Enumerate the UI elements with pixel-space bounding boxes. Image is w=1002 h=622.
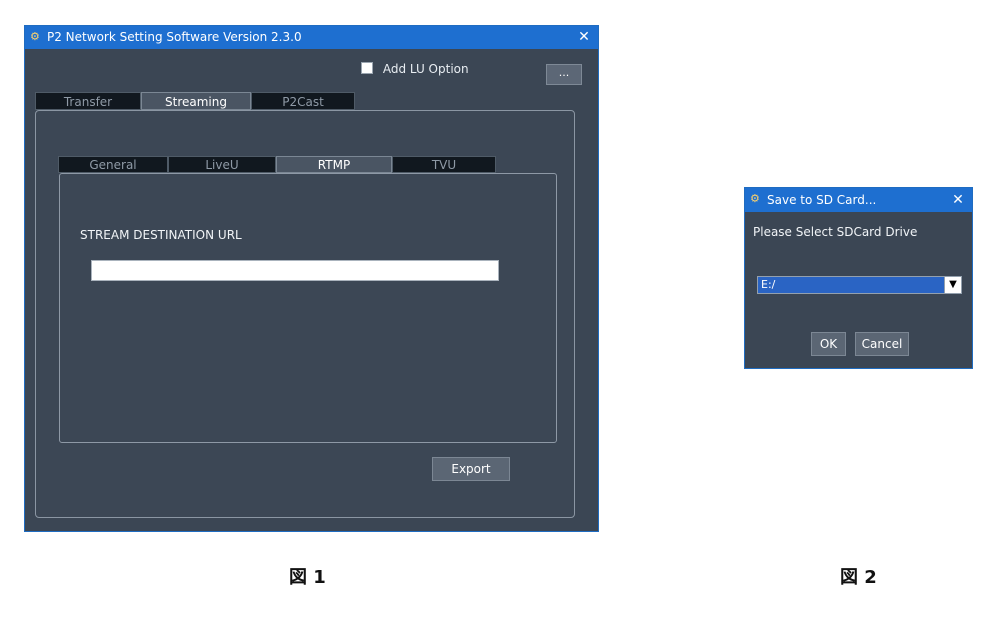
subtab-general[interactable]: General [58,156,168,173]
streaming-panel: General LiveU RTMP TVU STREAM DESTINATIO… [35,110,575,518]
settings-app-icon: ⚙ [750,192,760,205]
tab-p2cast[interactable]: P2Cast [251,92,355,110]
dialog-title: Save to SD Card... [767,193,877,207]
figure-2-caption: 図 2 [840,567,877,588]
save-to-sd-card-dialog: ⚙ Save to SD Card... ✕ Please Select SDC… [744,187,973,369]
sdcard-prompt: Please Select SDCard Drive [753,225,918,239]
more-button[interactable]: ... [546,64,582,85]
sdcard-drive-select[interactable]: E:/ ▼ [757,276,962,294]
chevron-down-icon[interactable]: ▼ [944,277,961,293]
window-title: P2 Network Setting Software Version 2.3.… [47,30,302,44]
add-lu-option-label: Add LU Option [382,62,469,76]
tab-streaming[interactable]: Streaming [141,92,251,110]
add-lu-option[interactable]: Add LU Option [361,62,469,76]
stream-destination-url-input[interactable] [91,260,499,281]
settings-app-icon: ⚙ [30,30,40,43]
ok-button[interactable]: OK [811,332,846,356]
rtmp-panel: STREAM DESTINATION URL [59,173,557,443]
stream-destination-url-label: STREAM DESTINATION URL [80,228,242,242]
close-icon[interactable]: ✕ [570,26,598,49]
cancel-button[interactable]: Cancel [855,332,909,356]
window-titlebar: ⚙ P2 Network Setting Software Version 2.… [25,26,598,49]
close-icon[interactable]: ✕ [944,188,972,212]
tab-transfer[interactable]: Transfer [35,92,141,110]
export-button[interactable]: Export [432,457,510,481]
dialog-titlebar: ⚙ Save to SD Card... ✕ [745,188,972,212]
subtab-tvu[interactable]: TVU [392,156,496,173]
checkbox-icon[interactable] [361,62,373,74]
subtab-rtmp[interactable]: RTMP [276,156,392,173]
subtab-liveu[interactable]: LiveU [168,156,276,173]
sdcard-drive-value: E:/ [761,278,776,291]
figure-1-caption: 図 1 [289,567,326,588]
main-window: ⚙ P2 Network Setting Software Version 2.… [24,25,599,532]
